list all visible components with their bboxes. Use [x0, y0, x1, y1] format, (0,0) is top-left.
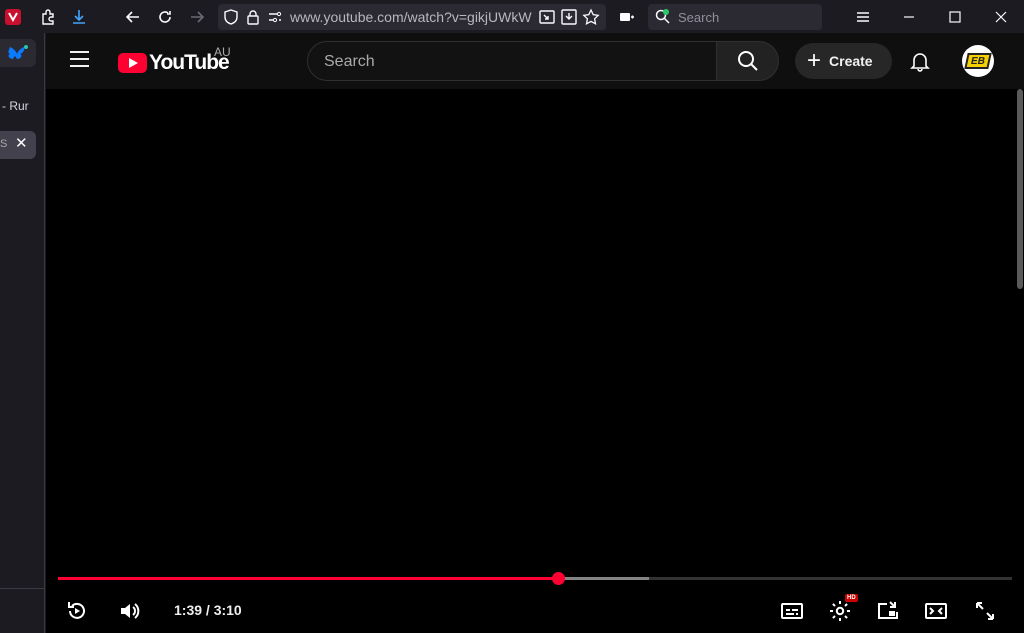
subtitles-icon	[781, 603, 803, 619]
sidebar-tab-active[interactable]: S ✕	[0, 131, 36, 159]
subtitles-button[interactable]	[778, 597, 806, 625]
maximize-icon[interactable]	[944, 6, 966, 28]
create-label: Create	[829, 53, 873, 69]
avatar-initials: EB	[964, 53, 992, 69]
theater-mode-icon	[925, 603, 947, 619]
youtube-page: YouTube AU + Create EB	[46, 33, 1024, 633]
browser-search-bar[interactable]: Search	[648, 4, 822, 30]
browser-sidebar: - Rur S ✕	[0, 33, 45, 633]
hd-badge: HD	[845, 594, 858, 602]
url-text[interactable]: www.youtube.com/watch?v=gikjUWkW	[290, 9, 534, 25]
avatar[interactable]: EB	[962, 45, 994, 77]
region-code: AU	[214, 45, 231, 59]
picture-in-picture-icon[interactable]	[536, 6, 558, 28]
save-page-icon[interactable]	[558, 6, 580, 28]
browser-search-placeholder: Search	[678, 10, 720, 25]
search-icon	[737, 51, 758, 71]
forward-arrow-icon[interactable]	[186, 6, 208, 28]
sidebar-tab2-label: S	[0, 138, 8, 150]
video-player[interactable]: 1:39 / 3:10 HD	[46, 89, 1024, 633]
miniplayer-icon	[878, 601, 898, 619]
mute-button[interactable]	[116, 597, 144, 625]
miniplayer-button[interactable]	[874, 597, 902, 625]
app-menu-icon[interactable]	[852, 6, 874, 28]
search-engine-icon	[652, 6, 674, 28]
close-tab-icon[interactable]: ✕	[15, 134, 28, 152]
reader-view-icon[interactable]	[615, 6, 637, 28]
bookmark-star-icon[interactable]	[580, 6, 602, 28]
sidebar-tab-title[interactable]: - Rur	[2, 99, 29, 113]
extensions-puzzle-icon[interactable]	[37, 6, 59, 28]
sidebar-tab-bluesky[interactable]	[0, 39, 36, 67]
extension-icon[interactable]	[2, 6, 24, 28]
youtube-search-input[interactable]	[324, 51, 704, 73]
youtube-play-logo-icon	[118, 53, 147, 73]
progress-bar[interactable]	[58, 572, 1012, 585]
close-window-icon[interactable]	[990, 6, 1012, 28]
youtube-logo[interactable]: YouTube AU	[118, 45, 231, 75]
fullscreen-button[interactable]	[971, 597, 999, 625]
replay-button[interactable]	[63, 597, 91, 625]
shield-icon[interactable]	[220, 6, 242, 28]
replay-icon	[68, 602, 85, 619]
downloads-icon[interactable]	[68, 6, 90, 28]
guide-menu-icon[interactable]	[70, 51, 94, 71]
time-display: 1:39 / 3:10	[174, 602, 242, 618]
create-button[interactable]: + Create	[795, 43, 892, 79]
plus-icon: +	[807, 47, 822, 74]
youtube-search-button[interactable]	[716, 41, 779, 81]
theater-mode-button[interactable]	[922, 597, 950, 625]
butterfly-icon	[8, 45, 28, 59]
lock-icon[interactable]	[242, 6, 264, 28]
notifications-bell-icon[interactable]	[908, 49, 932, 73]
page-scrollbar[interactable]	[1017, 89, 1023, 289]
sidebar-divider	[0, 588, 44, 589]
progress-played	[58, 577, 558, 580]
progress-scrubber-handle[interactable]	[551, 572, 565, 585]
url-bar[interactable]: www.youtube.com/watch?v=gikjUWkW	[218, 4, 606, 30]
fullscreen-icon	[976, 602, 994, 620]
browser-toolbar: www.youtube.com/watch?v=gikjUWkW Search	[0, 0, 1024, 33]
minimize-icon[interactable]	[898, 6, 920, 28]
reload-icon[interactable]	[154, 6, 176, 28]
volume-icon	[121, 603, 140, 619]
youtube-header: YouTube AU + Create EB	[46, 33, 1024, 89]
gear-icon	[830, 601, 850, 621]
back-arrow-icon[interactable]	[122, 6, 144, 28]
youtube-search-box	[307, 41, 717, 81]
permissions-icon[interactable]	[264, 6, 286, 28]
